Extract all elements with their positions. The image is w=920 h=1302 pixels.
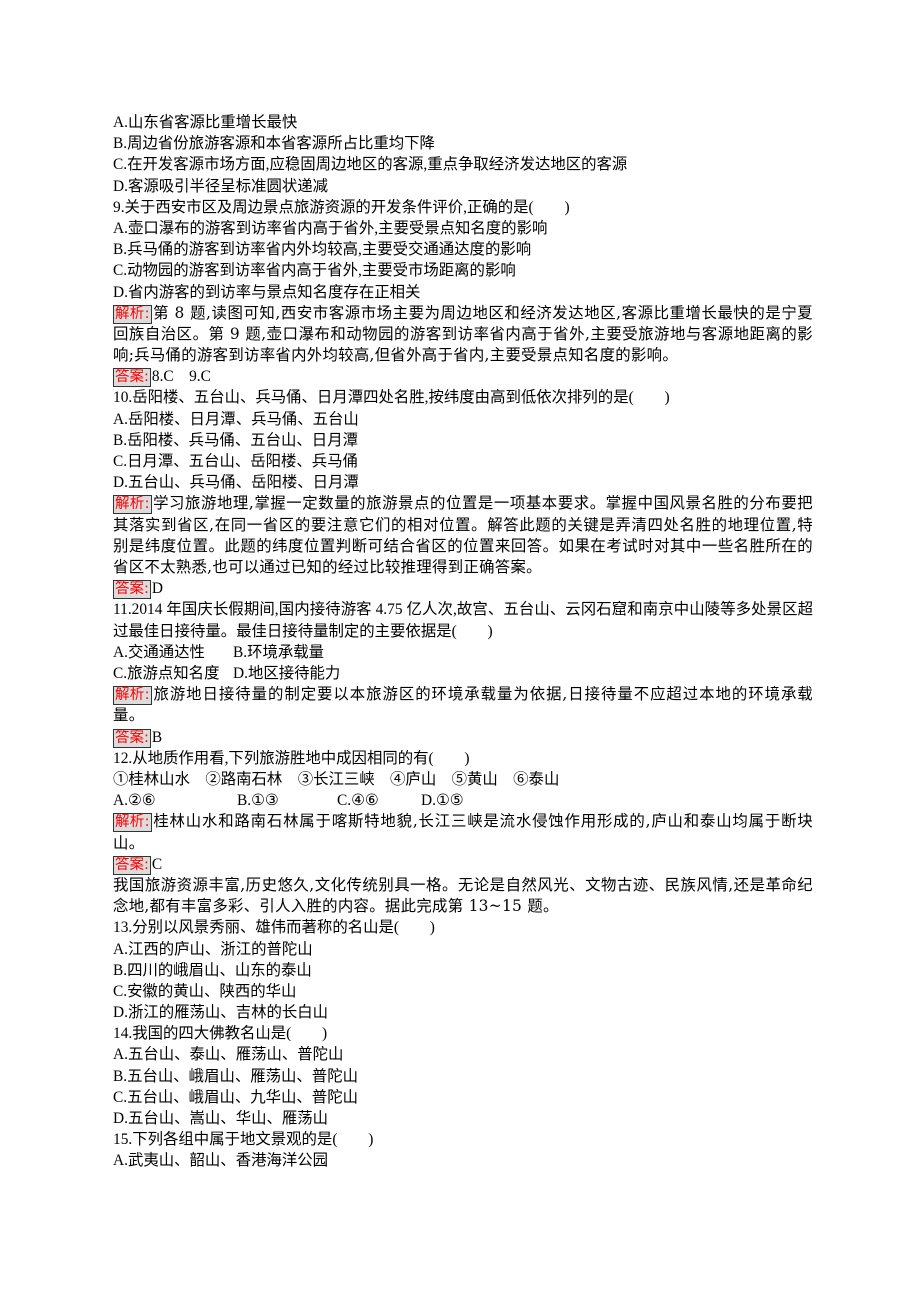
analysis-text: 桂林山水和路南石林属于喀斯特地貌,长江三峡是流水侵蚀作用形成的,庐山和泰山均属于… [113,812,813,852]
q12-option-c: C.④⑥ [337,792,379,810]
q14-option-a: A.五台山、泰山、雁荡山、普陀山 [113,1046,344,1064]
analysis-label: 解析: [113,495,152,515]
q9-stem: 9.关于西安市区及周边景点旅游资源的开发条件评价,正确的是( ) [113,198,570,216]
q12-stem: 12.从地质作用看,下列旅游胜地中成因相同的有( ) [113,749,470,767]
answer-label: 答案: [113,368,151,388]
q13-option-a: A.江西的庐山、浙江的普陀山 [113,940,313,958]
q8-option-d: D.客源吸引半径呈标准圆状递减 [113,177,329,195]
q14-stem: 14.我国的四大佛教名山是( ) [113,1025,328,1043]
q13-option-c: C.安徽的黄山、陕西的华山 [113,982,297,1000]
answer-label: 答案: [113,728,151,748]
answer-label: 答案: [113,580,151,600]
q14-option-d: D.五台山、嵩山、华山、雁荡山 [113,1110,329,1128]
q14-option-c: C.五台山、峨眉山、九华山、普陀山 [113,1088,358,1106]
answer-11: 答案: B [113,727,813,748]
q14-option-b: B.五台山、峨眉山、雁荡山、普陀山 [113,1067,358,1085]
answer-10: 答案: D [113,578,813,600]
answer-label: 答案: [113,855,151,875]
q12-options: A.②⑥ B.①③ C.④⑥ D.①⑤ [113,790,813,811]
answer-text: C [151,855,163,873]
q12-option-d: D.①⑤ [421,792,464,810]
q12-items: ①桂林山水 ②路南石林 ③长江三峡 ④庐山 ⑤黄山 ⑥泰山 [113,770,560,788]
q8-option-c: C.在开发客源市场方面,应稳固周边地区的客源,重点争取经济发达地区的客源 [113,156,628,174]
analysis-text: 第 8 题,读图可知,西安市客源市场主要为周边地区和经济发达地区,客源比重增长最… [113,303,813,365]
q10-option-d: D.五台山、兵马俑、岳阳楼、日月潭 [113,474,359,492]
intro-13-15: 我国旅游资源丰富,历史悠久,文化传统别具一格。无论是自然风光、文物古迹、民族风情… [113,875,813,916]
answer-text: D [151,580,164,598]
q13-option-d: D.浙江的雁荡山、吉林的长白山 [113,1004,329,1022]
q9-option-a: A.壶口瀑布的游客到访率省内高于省外,主要受景点知名度的影响 [113,219,548,237]
q11-options-row-2: C.旅游点知名度 D.地区接待能力 [113,663,813,684]
analysis-10: 解析: 学习旅游地理,掌握一定数量的旅游景点的位置是一项基本要求。掌握中国风景名胜… [113,493,813,578]
q11-options-row-1: A.交通通达性 B.环境承载量 [113,642,813,663]
q10-option-a: A.岳阳楼、日月潭、兵马俑、五台山 [113,410,359,428]
q11-option-c: C.旅游点知名度 [113,665,220,683]
answer-text: 8.C 9.C [151,368,211,386]
analysis-label: 解析: [113,304,152,324]
q15-stem: 15.下列各组中属于地文景观的是( ) [113,1131,374,1149]
analysis-8-9: 解析: 第 8 题,读图可知,西安市客源市场主要为周边地区和经济发达地区,客源比重… [113,303,813,367]
q13-option-b: B.四川的峨眉山、山东的泰山 [113,961,312,979]
analysis-text: 旅游地日接待量的制定要以本旅游区的环境承载量为依据,日接待量不应超过本地的环境承… [113,685,813,725]
answer-text: B [151,728,163,746]
q11-stem: 11.2014 年国庆长假期间,国内接待游客 4.75 亿人次,故宫、五台山、云… [113,601,813,640]
q9-option-c: C.动物园的游客到访率省内高于省外,主要受市场距离的影响 [113,262,516,280]
answer-8-9: 答案: 8.C 9.C [113,366,813,388]
q12-option-b: B.①③ [237,792,279,810]
analysis-11: 解析: 旅游地日接待量的制定要以本旅游区的环境承载量为依据,日接待量不应超过本地的… [113,684,813,726]
q8-option-b: B.周边省份旅游客源和本省客源所占比重均下降 [113,135,435,153]
q11-option-d: D.地区接待能力 [233,665,341,683]
q13-stem: 13.分别以风景秀丽、雄伟而著称的名山是( ) [113,919,435,937]
q10-stem: 10.岳阳楼、五台山、兵马俑、日月潭四处名胜,按纬度由高到低依次排列的是( ) [113,389,670,407]
answer-12: 答案: C [113,854,813,875]
q9-option-b: B.兵马俑的游客到访率省内外均较高,主要受交通通达度的影响 [113,241,532,259]
q11-option-b: B.环境承载量 [233,643,325,661]
q12-option-a: A.②⑥ [113,792,156,810]
q15-option-a: A.武夷山、韶山、香港海洋公园 [113,1152,329,1170]
q9-option-d: D.省内游客的到访率与景点知名度存在正相关 [113,283,421,301]
q10-option-c: C.日月潭、五台山、岳阳楼、兵马俑 [113,453,358,471]
document-page: A.山东省客源比重增长最快 B.周边省份旅游客源和本省客源所占比重均下降 C.在… [113,112,813,1172]
analysis-text: 学习旅游地理,掌握一定数量的旅游景点的位置是一项基本要求。掌握中国风景名胜的分布… [113,494,813,577]
analysis-12: 解析: 桂林山水和路南石林属于喀斯特地貌,长江三峡是流水侵蚀作用形成的,庐山和泰山… [113,811,813,853]
q8-option-a: A.山东省客源比重增长最快 [113,114,298,131]
q11-option-a: A.交通通达性 [113,643,205,661]
analysis-label: 解析: [113,686,152,706]
analysis-label: 解析: [113,813,152,833]
q10-option-b: B.岳阳楼、兵马俑、五台山、日月潭 [113,431,358,449]
